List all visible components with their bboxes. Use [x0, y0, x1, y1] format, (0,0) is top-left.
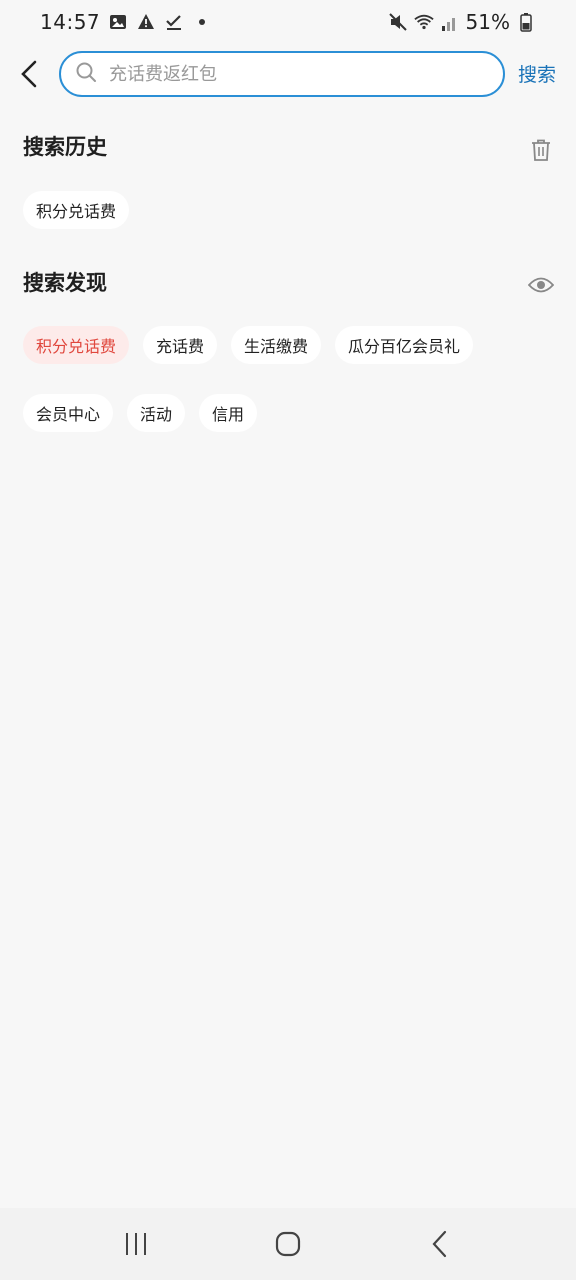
- status-right: 51%: [388, 10, 536, 34]
- home-icon: [275, 1231, 301, 1257]
- search-header: 搜索: [0, 44, 576, 106]
- toggle-discover-visibility-button[interactable]: [527, 271, 555, 299]
- discover-tag[interactable]: 信用: [199, 394, 258, 432]
- search-button[interactable]: 搜索: [518, 60, 556, 87]
- nav-back-icon: [432, 1230, 447, 1258]
- wifi-icon: [413, 12, 434, 32]
- search-icon: [75, 61, 97, 87]
- discover-tag[interactable]: 充话费: [143, 326, 218, 364]
- search-box[interactable]: [59, 51, 505, 97]
- discover-title: 搜索发现: [23, 271, 107, 295]
- status-bar: 14:57 51%: [0, 0, 576, 44]
- history-tag[interactable]: 积分兑话费: [23, 191, 130, 229]
- discover-tag[interactable]: 瓜分百亿会员礼: [335, 326, 474, 364]
- trash-icon: [532, 139, 550, 161]
- status-left: 14:57: [40, 10, 212, 34]
- search-input[interactable]: [109, 63, 479, 85]
- recent-apps-button[interactable]: [106, 1214, 166, 1274]
- delete-history-button[interactable]: [527, 136, 555, 164]
- battery-percent: 51%: [465, 10, 510, 34]
- check-icon: [164, 12, 184, 32]
- history-title: 搜索历史: [23, 135, 107, 159]
- recent-apps-icon: [126, 1233, 146, 1255]
- mute-icon: [388, 12, 408, 32]
- battery-icon: [516, 12, 536, 32]
- home-button[interactable]: [258, 1214, 318, 1274]
- back-button[interactable]: [14, 56, 44, 92]
- discover-tag-hot[interactable]: 积分兑话费: [23, 326, 130, 364]
- system-nav-bar: [0, 1208, 576, 1280]
- discover-tag[interactable]: 会员中心: [23, 394, 114, 432]
- history-tags: 积分兑话费: [23, 191, 553, 229]
- discover-tag[interactable]: 活动: [127, 394, 186, 432]
- signal-icon: [440, 12, 460, 32]
- nav-back-button[interactable]: [410, 1214, 470, 1274]
- discover-tag[interactable]: 生活缴费: [231, 326, 322, 364]
- eye-icon: [528, 277, 554, 293]
- image-icon: [108, 12, 128, 32]
- back-arrow-icon: [21, 60, 37, 88]
- discover-tags: 积分兑话费 充话费 生活缴费 瓜分百亿会员礼 会员中心 活动 信用: [23, 326, 553, 432]
- dot-icon: [192, 12, 212, 32]
- status-time: 14:57: [40, 10, 101, 34]
- warning-icon: [136, 12, 156, 32]
